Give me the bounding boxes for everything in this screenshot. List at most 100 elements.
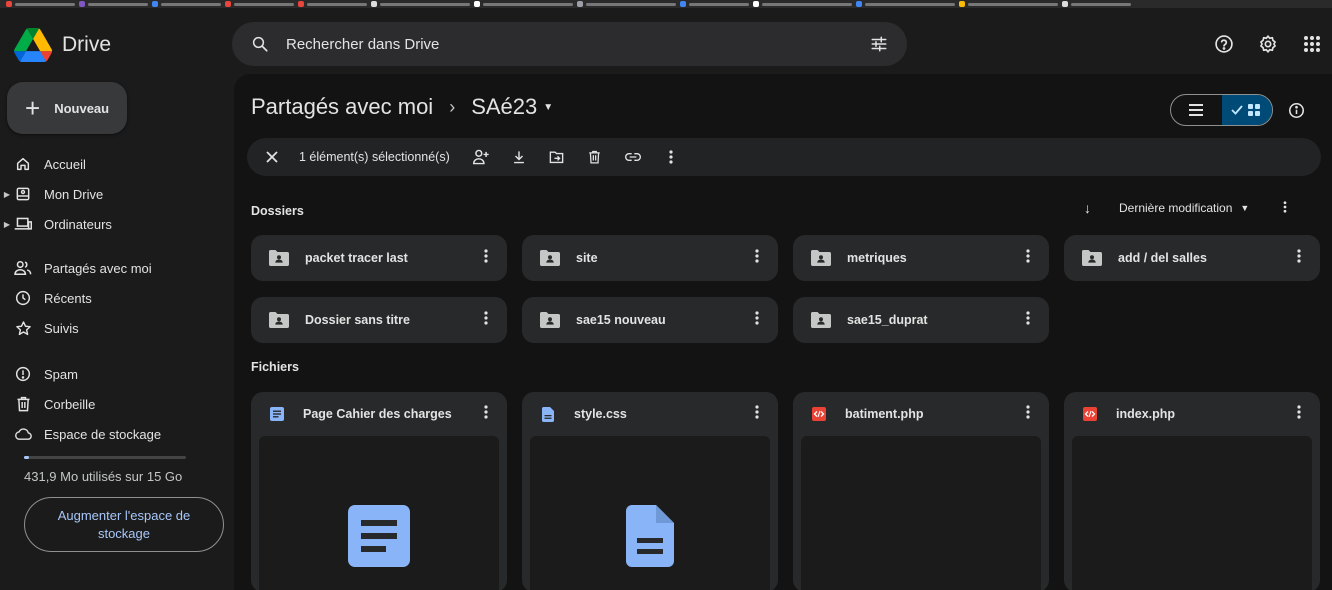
breadcrumb-parent[interactable]: Partagés avec moi [251,94,433,120]
search-input[interactable]: Rechercher dans Drive [286,36,869,53]
storage-usage-fill [24,456,29,459]
file-preview-icon [626,505,674,567]
list-view-button[interactable] [1171,95,1222,125]
folder-card[interactable]: metriques [793,235,1049,281]
folder-card[interactable]: packet tracer last [251,235,507,281]
bookmarks-bar [0,0,1332,8]
plus-icon: + [25,93,41,123]
bookmark[interactable] [1062,1,1131,7]
settings-icon[interactable] [1256,32,1280,56]
drive-logo-icon [14,28,52,62]
file-preview[interactable] [259,436,499,590]
bookmark[interactable] [225,1,294,7]
cloud-icon [14,425,32,443]
expand-icon[interactable]: ▶ [0,190,14,199]
dropdown-arrow-icon: ▼ [543,101,554,113]
help-icon[interactable] [1212,32,1236,56]
people-icon [14,259,32,277]
more-vert-icon[interactable] [1015,248,1041,268]
more-vert-icon[interactable] [473,248,499,268]
sidebar-item-storage[interactable]: Espace de stockage [0,420,161,448]
file-card[interactable]: style.css [522,392,778,590]
drive-logo[interactable]: Drive [14,28,111,62]
more-vert-icon[interactable] [660,146,682,168]
shared-folder-icon [269,250,289,266]
bookmark[interactable] [680,1,749,7]
more-vert-icon[interactable] [1015,310,1041,330]
bookmark[interactable] [371,1,470,7]
breadcrumb-current[interactable]: SAé23 ▼ [471,94,553,120]
trash-icon[interactable] [584,146,606,168]
bookmark[interactable] [577,1,676,7]
sort-field-label[interactable]: Dernière modification [1119,201,1232,215]
bookmark[interactable] [6,1,75,7]
file-preview[interactable] [801,436,1041,590]
grid-view-button[interactable] [1221,95,1272,125]
shared-folder-icon [811,250,831,266]
search-options-icon[interactable] [869,34,889,54]
info-icon[interactable] [1284,98,1308,122]
expand-icon[interactable]: ▶ [0,220,14,229]
download-icon[interactable] [508,146,530,168]
search-bar[interactable]: Rechercher dans Drive [232,22,907,66]
close-icon[interactable] [261,146,283,168]
more-vert-icon[interactable] [1283,200,1287,216]
bookmark[interactable] [753,1,852,7]
bookmark[interactable] [474,1,573,7]
sidebar-item-computers[interactable]: ▶ Ordinateurs [0,210,112,238]
sidebar-item-starred[interactable]: Suivis [0,314,79,342]
sidebar-item-recent[interactable]: Récents [0,284,92,312]
folder-card[interactable]: Dossier sans titre [251,297,507,343]
view-toggle [1170,94,1273,126]
bookmark[interactable] [959,1,1058,7]
new-button[interactable]: + Nouveau [7,82,127,134]
more-vert-icon[interactable] [473,404,499,424]
bookmark[interactable] [298,1,367,7]
bookmark[interactable] [79,1,148,7]
file-name: style.css [574,407,627,421]
folder-card[interactable]: site [522,235,778,281]
more-vert-icon[interactable] [744,248,770,268]
sidebar-item-label: Ordinateurs [44,216,112,232]
search-icon[interactable] [250,34,270,54]
folder-card[interactable]: sae15_duprat [793,297,1049,343]
selection-count: 1 élément(s) sélectionné(s) [299,150,450,164]
more-vert-icon[interactable] [1286,248,1312,268]
file-name: Page Cahier des charges [303,407,452,421]
folder-card[interactable]: sae15 nouveau [522,297,778,343]
folder-name: packet tracer last [305,251,408,265]
move-to-folder-icon[interactable] [546,146,568,168]
upgrade-storage-button[interactable]: Augmenter l'espace de stockage [24,497,224,552]
bookmark[interactable] [856,1,955,7]
folder-name: metriques [847,251,907,265]
sidebar-item-spam[interactable]: Spam [0,360,78,388]
folder-name: site [576,251,598,265]
more-vert-icon[interactable] [473,310,499,330]
files-section-title: Fichiers [251,360,299,374]
more-vert-icon[interactable] [744,310,770,330]
apps-grid-icon[interactable] [1300,32,1324,56]
file-preview[interactable] [530,436,770,590]
link-icon[interactable] [622,146,644,168]
bookmark[interactable] [152,1,221,7]
file-card-header: batiment.php [793,392,1049,436]
my-drive-icon [14,185,32,203]
sidebar-item-home[interactable]: Accueil [0,150,86,178]
home-icon [14,155,32,173]
file-card[interactable]: index.php [1064,392,1320,590]
sort-direction-icon[interactable]: ↓ [1084,200,1091,216]
file-card[interactable]: Page Cahier des charges [251,392,507,590]
file-preview[interactable] [1072,436,1312,590]
more-vert-icon[interactable] [1286,404,1312,424]
file-name: batiment.php [845,407,924,421]
folder-card[interactable]: add / del salles [1064,235,1320,281]
more-vert-icon[interactable] [744,404,770,424]
file-card[interactable]: batiment.php [793,392,1049,590]
share-person-icon[interactable] [470,146,492,168]
sidebar-item-trash[interactable]: Corbeille [0,390,95,418]
sidebar-item-shared[interactable]: Partagés avec moi [0,254,152,282]
more-vert-icon[interactable] [1015,404,1041,424]
chevron-right-icon: › [449,96,456,117]
sidebar-item-my-drive[interactable]: ▶ Mon Drive [0,180,103,208]
shared-folder-icon [1082,250,1102,266]
